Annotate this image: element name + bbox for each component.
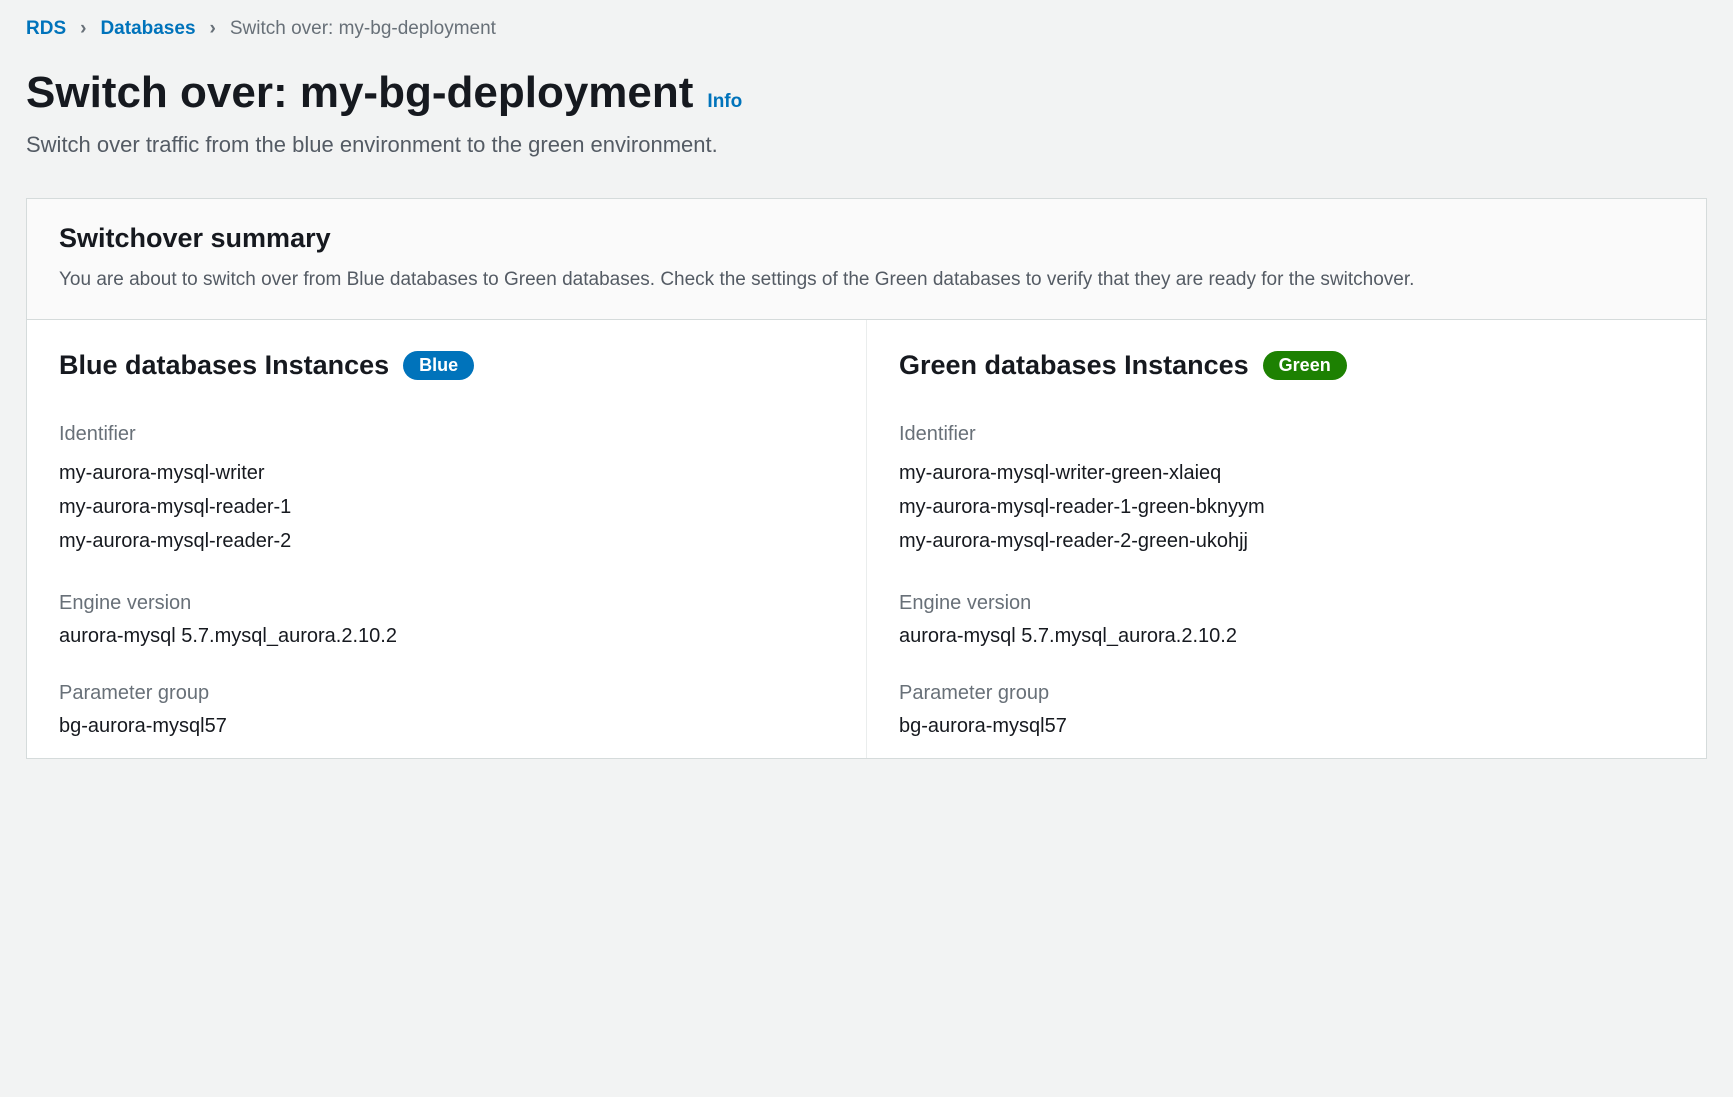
blue-badge: Blue bbox=[403, 351, 474, 380]
blue-title-row: Blue databases Instances Blue bbox=[59, 350, 834, 381]
green-identifier: my-aurora-mysql-reader-2-green-ukohjj bbox=[899, 524, 1674, 558]
blue-title: Blue databases Instances bbox=[59, 350, 389, 381]
param-group-label: Parameter group bbox=[899, 682, 1674, 705]
chevron-right-icon: › bbox=[80, 18, 86, 40]
breadcrumb-databases-link[interactable]: Databases bbox=[100, 18, 195, 40]
param-group-label: Parameter group bbox=[59, 682, 834, 705]
summary-title: Switchover summary bbox=[59, 223, 1674, 254]
green-identifier: my-aurora-mysql-reader-1-green-bknyym bbox=[899, 490, 1674, 524]
chevron-right-icon: › bbox=[210, 18, 216, 40]
info-link[interactable]: Info bbox=[707, 91, 742, 113]
green-identifier: my-aurora-mysql-writer-green-xlaieq bbox=[899, 456, 1674, 490]
identifier-label: Identifier bbox=[899, 423, 1674, 446]
breadcrumb: RDS › Databases › Switch over: my-bg-dep… bbox=[26, 18, 1707, 40]
blue-identifier: my-aurora-mysql-reader-1 bbox=[59, 490, 834, 524]
breadcrumb-rds-link[interactable]: RDS bbox=[26, 18, 66, 40]
engine-label: Engine version bbox=[899, 592, 1674, 615]
breadcrumb-current: Switch over: my-bg-deployment bbox=[230, 18, 496, 40]
blue-column: Blue databases Instances Blue Identifier… bbox=[27, 320, 866, 758]
page-title-row: Switch over: my-bg-deployment Info bbox=[26, 68, 1707, 118]
green-title: Green databases Instances bbox=[899, 350, 1249, 381]
engine-label: Engine version bbox=[59, 592, 834, 615]
panel-header: Switchover summary You are about to swit… bbox=[27, 199, 1706, 320]
summary-text: You are about to switch over from Blue d… bbox=[59, 266, 1674, 295]
compare-columns: Blue databases Instances Blue Identifier… bbox=[27, 320, 1706, 758]
blue-identifier: my-aurora-mysql-writer bbox=[59, 456, 834, 490]
identifier-label: Identifier bbox=[59, 423, 834, 446]
blue-engine-value: aurora-mysql 5.7.mysql_aurora.2.10.2 bbox=[59, 625, 834, 648]
blue-identifier: my-aurora-mysql-reader-2 bbox=[59, 524, 834, 558]
green-column: Green databases Instances Green Identifi… bbox=[866, 320, 1706, 758]
switchover-summary-panel: Switchover summary You are about to swit… bbox=[26, 198, 1707, 759]
green-param-group-value: bg-aurora-mysql57 bbox=[899, 715, 1674, 738]
green-engine-value: aurora-mysql 5.7.mysql_aurora.2.10.2 bbox=[899, 625, 1674, 648]
green-badge: Green bbox=[1263, 351, 1347, 380]
blue-param-group-value: bg-aurora-mysql57 bbox=[59, 715, 834, 738]
green-title-row: Green databases Instances Green bbox=[899, 350, 1674, 381]
green-identifier-list: my-aurora-mysql-writer-green-xlaieq my-a… bbox=[899, 456, 1674, 558]
blue-identifier-list: my-aurora-mysql-writer my-aurora-mysql-r… bbox=[59, 456, 834, 558]
page-title: Switch over: my-bg-deployment bbox=[26, 68, 693, 118]
page-subtitle: Switch over traffic from the blue enviro… bbox=[26, 132, 1707, 158]
